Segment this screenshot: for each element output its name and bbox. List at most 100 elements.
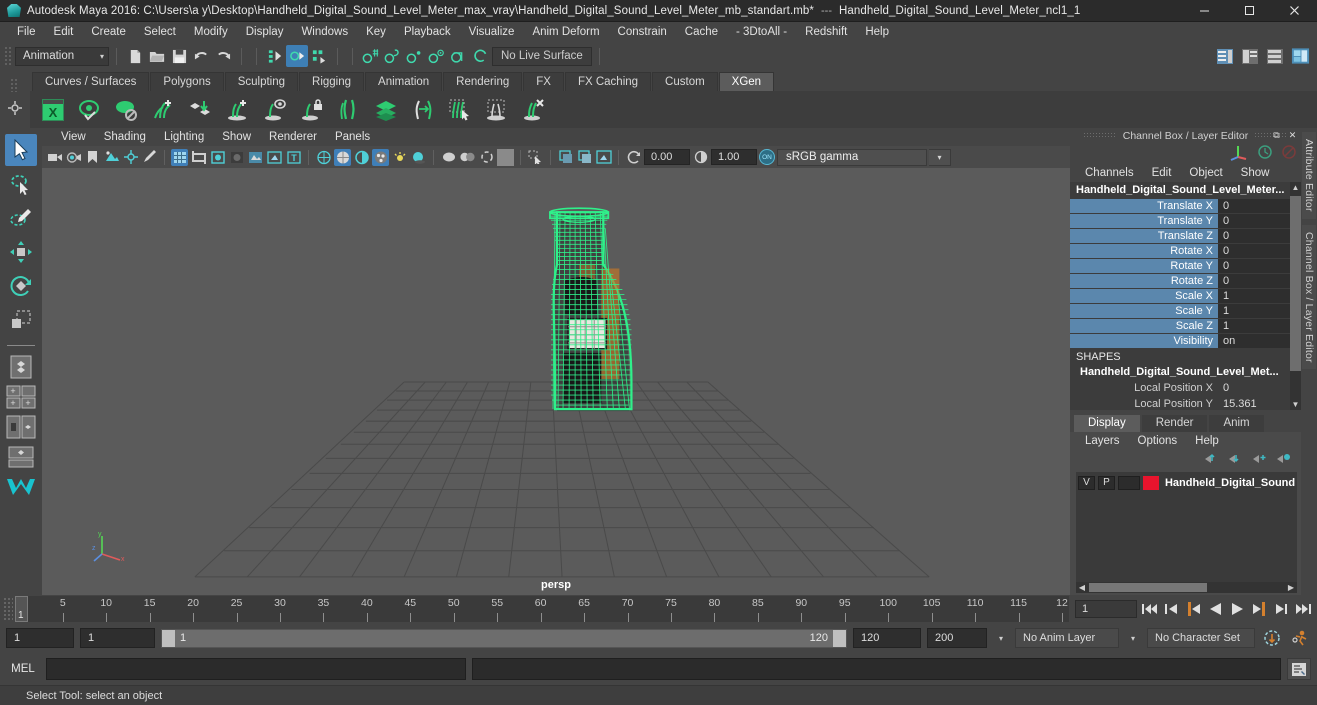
cb-menu-edit[interactable]: Edit <box>1143 167 1181 179</box>
panel-menu-renderer[interactable]: Renderer <box>260 128 326 146</box>
shading-smooth-icon[interactable] <box>334 148 351 166</box>
snap-to-curve-button[interactable] <box>382 45 404 67</box>
panel-drag-dots-left[interactable] <box>1082 132 1117 139</box>
two-d-pan-zoom-icon[interactable] <box>122 149 139 166</box>
step-back-frame-icon[interactable] <box>1183 599 1203 619</box>
range-end-field[interactable]: 120 <box>853 628 921 648</box>
chevron-down-icon[interactable]: ▾ <box>993 628 1009 648</box>
menu-cache[interactable]: Cache <box>676 22 727 43</box>
show-tool-settings-button[interactable] <box>1239 45 1261 67</box>
channel-row[interactable]: Rotate X0 <box>1070 243 1301 258</box>
channel-row[interactable]: Scale Y1 <box>1070 303 1301 318</box>
animation-preferences-icon[interactable] <box>1289 629 1311 647</box>
gamma-icon[interactable] <box>692 149 709 166</box>
channel-box-scrollbar[interactable]: ▲ ▼ <box>1290 182 1301 410</box>
channel-row[interactable]: Translate Y0 <box>1070 213 1301 228</box>
layer-playback-toggle[interactable]: P <box>1097 475 1115 490</box>
auto-keyframe-icon[interactable] <box>1261 629 1283 647</box>
channel-row[interactable]: Rotate Y0 <box>1070 258 1301 273</box>
shading-flat-icon[interactable] <box>353 149 370 166</box>
two-pane-side-layout-button[interactable] <box>4 414 38 440</box>
tab-display[interactable]: Display <box>1074 415 1140 432</box>
script-editor-icon[interactable] <box>1287 658 1311 680</box>
maximize-button[interactable] <box>1227 0 1272 22</box>
shelf-tab-fx-caching[interactable]: FX Caching <box>564 72 652 91</box>
shelf-tab-polygons[interactable]: Polygons <box>150 72 224 91</box>
textured-mode-icon[interactable] <box>372 148 389 166</box>
irr-render-icon[interactable] <box>576 149 593 166</box>
open-scene-button[interactable] <box>146 45 168 67</box>
background-color-swatch[interactable] <box>497 148 514 166</box>
layer-color-swatch[interactable] <box>1142 475 1159 490</box>
layer-state-toggle[interactable] <box>1117 475 1140 490</box>
motion-blur-icon[interactable] <box>478 149 495 166</box>
toggle-grid-icon[interactable] <box>171 148 188 166</box>
scrollbar-thumb[interactable] <box>1089 583 1207 592</box>
channel-value[interactable]: 0 <box>1218 273 1301 288</box>
select-tool[interactable] <box>5 134 37 166</box>
select-by-object-type-button[interactable] <box>286 45 308 67</box>
keyframe-clock-icon[interactable] <box>1257 144 1273 163</box>
range-start-field[interactable]: 1 <box>80 628 155 648</box>
scroll-left-arrow-icon[interactable]: ◀ <box>1076 583 1088 592</box>
bookmark-icon[interactable] <box>84 149 101 166</box>
xgen-region-icon[interactable] <box>482 95 512 125</box>
shelf-tab-curves-surfaces[interactable]: Curves / Surfaces <box>32 72 150 91</box>
channel-value[interactable]: 1 <box>1218 303 1301 318</box>
show-attribute-editor-button[interactable] <box>1214 45 1236 67</box>
panel-menu-shading[interactable]: Shading <box>95 128 155 146</box>
channel-value[interactable]: 1 <box>1218 288 1301 303</box>
channel-value[interactable]: on <box>1218 333 1301 348</box>
two-pane-stacked-layout-button[interactable] <box>4 444 38 470</box>
menu-playback[interactable]: Playback <box>395 22 460 43</box>
menu-modify[interactable]: Modify <box>185 22 237 43</box>
no-key-icon[interactable] <box>1281 144 1297 163</box>
statusline-grip[interactable] <box>4 46 12 66</box>
undo-button[interactable] <box>190 45 212 67</box>
le-menu-layers[interactable]: Layers <box>1076 435 1129 447</box>
xgen-disable-preview-icon[interactable] <box>112 95 142 125</box>
channel-row[interactable]: Translate X0 <box>1070 198 1301 213</box>
lasso-select-tool[interactable] <box>5 168 37 200</box>
isolate-select-icon[interactable] <box>527 149 544 166</box>
snap-to-view-planes-button[interactable] <box>448 45 470 67</box>
channel-value[interactable]: 0 <box>1218 228 1301 243</box>
scrollbar-thumb[interactable] <box>1290 196 1301 371</box>
menu-select[interactable]: Select <box>135 22 185 43</box>
tab-render[interactable]: Render <box>1141 415 1208 432</box>
menu-anim-deform[interactable]: Anim Deform <box>523 22 608 43</box>
select-by-component-type-button[interactable] <box>308 45 330 67</box>
command-input-field[interactable] <box>46 658 466 680</box>
xray-joints-icon[interactable]: T <box>285 149 302 166</box>
go-to-start-icon[interactable] <box>1139 599 1159 619</box>
xgen-add-guide-icon[interactable] <box>223 95 253 125</box>
close-panel-icon[interactable]: ✕ <box>1286 129 1299 142</box>
layer-visibility-toggle[interactable]: V <box>1078 475 1095 490</box>
xgen-delete-guide-icon[interactable] <box>519 95 549 125</box>
scroll-down-arrow-icon[interactable]: ▼ <box>1290 399 1301 410</box>
step-forward-frame-icon[interactable] <box>1249 599 1269 619</box>
le-menu-help[interactable]: Help <box>1186 435 1228 447</box>
xgen-guide-visibility-icon[interactable] <box>260 95 290 125</box>
panel-menu-panels[interactable]: Panels <box>326 128 379 146</box>
chevron-down-icon[interactable]: ▾ <box>1125 628 1141 648</box>
ambient-occlusion-icon[interactable] <box>459 149 476 166</box>
menu-create[interactable]: Create <box>82 22 135 43</box>
cb-menu-channels[interactable]: Channels <box>1076 167 1143 179</box>
menu-windows[interactable]: Windows <box>292 22 357 43</box>
xgen-add-description-icon[interactable] <box>149 95 179 125</box>
xgen-layers-icon[interactable] <box>371 95 401 125</box>
select-by-hierarchy-button[interactable] <box>264 45 286 67</box>
range-slider-bar[interactable]: 1 120 <box>161 628 847 648</box>
shelf-tab-sculpting[interactable]: Sculpting <box>224 72 299 91</box>
cb-menu-show[interactable]: Show <box>1232 167 1279 179</box>
gamma-field[interactable]: 1.00 <box>711 149 757 165</box>
render-view-icon[interactable] <box>557 149 574 166</box>
tab-anim[interactable]: Anim <box>1209 415 1264 432</box>
close-button[interactable] <box>1272 0 1317 22</box>
menu-visualize[interactable]: Visualize <box>460 22 524 43</box>
current-time-indicator[interactable]: 1 <box>15 596 28 622</box>
shadow-map-icon[interactable] <box>440 149 457 166</box>
layer-new-from-selected-icon[interactable] <box>1276 452 1291 468</box>
shadows-icon[interactable] <box>410 149 427 166</box>
